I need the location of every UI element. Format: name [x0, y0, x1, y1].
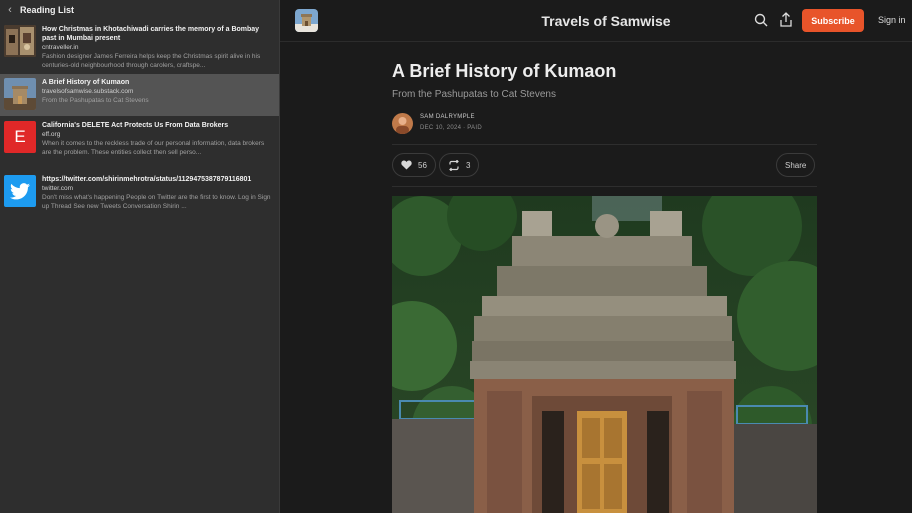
reading-list-item-selected[interactable]: A Brief History of Kumaon travelsofsamwi…: [0, 74, 279, 116]
reading-list-item[interactable]: E California's DELETE Act Protects Us Fr…: [0, 116, 279, 170]
subscribe-button[interactable]: Subscribe: [802, 9, 864, 32]
item-description: From the Pashupatas to Cat Stevens: [42, 97, 149, 104]
item-domain: cntraveller.in: [42, 44, 79, 51]
hero-image: [392, 196, 817, 513]
thumbnail-temple: [4, 78, 36, 110]
divider: [392, 186, 817, 187]
reading-list-item[interactable]: How Christmas in Khotachiwadi carries th…: [0, 20, 279, 74]
item-title: https://twitter.com/shirinmehrotra/statu…: [42, 176, 252, 183]
item-title: How Christmas in Khotachiwadi carries th…: [42, 26, 260, 42]
post-date: DEC 10, 2024: [420, 125, 462, 131]
chevron-left-icon[interactable]: ‹: [4, 4, 16, 16]
article-title: A Brief History of Kumaon: [392, 61, 617, 81]
article-subtitle: From the Pashupatas to Cat Stevens: [392, 89, 556, 100]
item-title: A Brief History of Kumaon: [42, 79, 130, 86]
thumbnail-photo: [4, 25, 36, 57]
access-badge: PAID: [467, 125, 482, 131]
item-title: California's DELETE Act Protects Us From…: [42, 122, 229, 129]
divider: [392, 144, 817, 145]
restack-icon: [449, 159, 459, 171]
restack-button[interactable]: 3: [439, 153, 480, 177]
avatar[interactable]: [392, 113, 413, 134]
like-count: 56: [418, 160, 427, 170]
post-meta: DEC 10, 2024 ∙ PAID: [420, 125, 482, 131]
like-button[interactable]: 56: [392, 153, 436, 177]
sidebar-title: Reading List: [20, 5, 75, 15]
twitter-bird-icon: [4, 175, 36, 207]
publication-header: Travels of Samwise Subscribe Sign in: [280, 0, 912, 42]
search-icon[interactable]: [754, 13, 768, 27]
share-icon[interactable]: [779, 12, 793, 28]
restack-count: 3: [466, 160, 471, 170]
author-name[interactable]: SAM DALRYMPLE: [420, 114, 475, 120]
item-domain: twitter.com: [42, 185, 74, 192]
sign-in-link[interactable]: Sign in: [878, 15, 906, 25]
item-domain: travelsofsamwise.substack.com: [42, 88, 134, 95]
eff-logo-icon: E: [4, 121, 36, 153]
share-label: Share: [785, 160, 807, 170]
heart-icon: [401, 160, 412, 170]
sidebar-header: ‹ Reading List: [0, 0, 279, 20]
item-domain: eff.org: [42, 131, 61, 138]
reading-list-item[interactable]: https://twitter.com/shirinmehrotra/statu…: [0, 170, 279, 224]
item-description: When it comes to the reckless trade of o…: [42, 140, 265, 156]
share-button[interactable]: Share: [776, 153, 816, 177]
item-description: Fashion designer James Ferreira helps ke…: [42, 53, 261, 69]
article-view: Travels of Samwise Subscribe Sign in A B…: [280, 0, 912, 513]
item-description: Don't miss what's happening People on Tw…: [42, 194, 271, 210]
reading-list-sidebar: ‹ Reading List How Christmas in Khotachi…: [0, 0, 280, 513]
thumb-letter: E: [14, 127, 26, 146]
